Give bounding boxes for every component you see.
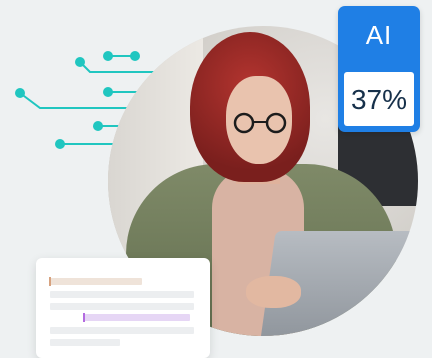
glasses-icon — [233, 112, 287, 134]
ai-label: AI — [365, 20, 393, 50]
ai-detection-badge: AI 37% — [338, 6, 420, 132]
circuit-node — [55, 139, 65, 149]
photo-hand — [246, 276, 301, 308]
text-cursor — [83, 313, 85, 322]
circuit-node — [75, 57, 85, 67]
doc-line-highlighted — [50, 278, 142, 285]
text-cursor — [49, 277, 51, 286]
doc-line — [50, 339, 120, 346]
illustration-stage: AI 37% — [0, 0, 432, 358]
doc-line — [50, 327, 194, 334]
ai-score-box: 37% — [344, 72, 414, 126]
doc-line — [50, 291, 194, 298]
circuit-node — [15, 88, 25, 98]
doc-line-highlighted — [84, 314, 190, 321]
doc-line — [50, 303, 194, 310]
document-card — [36, 258, 210, 358]
ai-score-value: 37% — [350, 84, 408, 115]
circuit-node — [93, 121, 103, 131]
